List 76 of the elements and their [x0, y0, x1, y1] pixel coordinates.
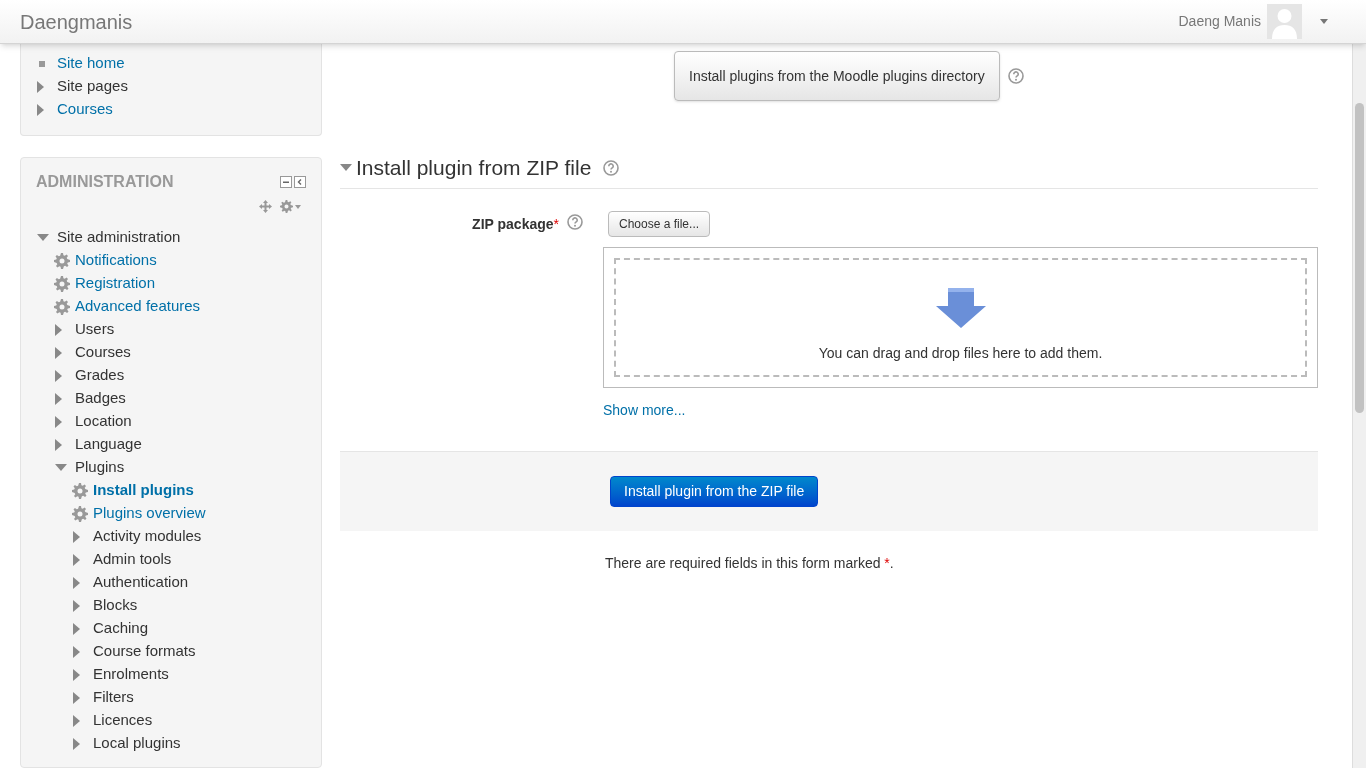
tree-category-label[interactable]: Courses — [75, 341, 131, 364]
collapsed-triangle-icon — [73, 599, 80, 612]
gear-icon — [72, 505, 88, 522]
drop-hint: You can drag and drop files here to add them. — [818, 343, 1103, 363]
gear-icon — [54, 275, 70, 292]
gear-icon — [72, 482, 88, 499]
tree-category-label[interactable]: Admin tools — [93, 548, 172, 571]
install-zip-button[interactable]: Install plugin from the ZIP file — [610, 475, 819, 507]
tree-category-label[interactable]: Caching — [93, 617, 149, 640]
collapsed-triangle-icon — [73, 737, 80, 750]
collapsed-triangle-icon — [73, 691, 80, 704]
tree-category-label[interactable]: Activity modules — [93, 525, 202, 548]
collapsed-triangle-icon — [55, 369, 62, 382]
tree-category-label[interactable]: Site administration — [57, 226, 181, 249]
admin-page-link[interactable]: Plugins overview — [93, 502, 206, 525]
collapsed-triangle-icon — [55, 346, 62, 359]
nav-item[interactable]: Site home — [57, 52, 125, 75]
collapsed-triangle-icon — [73, 622, 80, 635]
gear-icon — [54, 252, 70, 269]
admin-page-link[interactable]: Install plugins — [93, 479, 194, 502]
collapsed-triangle-icon — [73, 645, 80, 658]
tree-category-label[interactable]: Licences — [93, 709, 153, 732]
expanded-triangle-icon — [340, 164, 352, 172]
show-more-link[interactable]: Show more... — [603, 399, 1318, 421]
required-fields-note: There are required fields in this form marked *. — [605, 553, 895, 573]
block-title: ADMINISTRATION — [36, 172, 174, 192]
scrollbar[interactable] — [1352, 44, 1366, 768]
collapsed-triangle-icon — [37, 80, 44, 93]
choose-file-button[interactable]: Choose a file... — [608, 210, 711, 237]
collapsed-triangle-icon — [55, 323, 62, 336]
caret-icon[interactable] — [1320, 19, 1328, 24]
minimize-icon[interactable] — [280, 176, 292, 188]
expanded-triangle-icon — [37, 234, 49, 241]
caret-icon[interactable] — [295, 204, 301, 209]
dock-icon[interactable] — [294, 176, 306, 188]
tree-category-label[interactable]: Language — [75, 433, 142, 456]
tree-category-label[interactable]: Local plugins — [93, 732, 181, 755]
down-arrow-icon — [935, 287, 986, 328]
section-heading[interactable]: Install plugin from ZIP file — [356, 152, 592, 184]
gear-icon — [280, 200, 293, 213]
help-icon[interactable] — [567, 213, 583, 230]
gear-icon — [54, 298, 70, 315]
site-name[interactable]: Daengmanis — [20, 6, 133, 37]
tree-category-label[interactable]: Grades — [75, 364, 125, 387]
tree-category-label[interactable]: Plugins — [75, 456, 125, 479]
help-icon[interactable] — [1007, 68, 1024, 84]
tree-category-label[interactable]: Badges — [75, 387, 126, 410]
nav-item[interactable]: Courses — [57, 98, 113, 121]
help-icon[interactable] — [603, 159, 620, 176]
expanded-triangle-icon — [55, 464, 67, 471]
user-name[interactable]: Daeng Manis — [1178, 11, 1261, 32]
collapsed-triangle-icon — [55, 438, 62, 451]
collapsed-triangle-icon — [73, 714, 80, 727]
admin-page-link[interactable]: Notifications — [75, 249, 157, 272]
plugins-directory-button[interactable]: Install plugins from the Moodle plugins directory — [674, 51, 1000, 101]
bullet-icon — [39, 60, 45, 67]
collapsed-triangle-icon — [73, 668, 80, 681]
file-drop-area[interactable]: You can drag and drop files here to add them. — [603, 246, 1318, 388]
tree-category-label[interactable]: Course formats — [93, 640, 196, 663]
collapsed-triangle-icon — [55, 392, 62, 405]
tree-category-label[interactable]: Enrolments — [93, 663, 169, 686]
tree-category-label[interactable]: Users — [75, 318, 115, 341]
tree-category-label[interactable]: Filters — [93, 686, 134, 709]
tree-category-label[interactable]: Location — [75, 410, 132, 433]
tree-category-label[interactable]: Authentication — [93, 571, 189, 594]
move-icon[interactable] — [259, 200, 272, 213]
collapsed-triangle-icon — [55, 415, 62, 428]
nav-item[interactable]: Site pages — [57, 75, 128, 98]
admin-page-link[interactable]: Registration — [75, 272, 156, 295]
collapsed-triangle-icon — [73, 576, 80, 589]
admin-page-link[interactable]: Advanced features — [75, 295, 201, 318]
field-label: ZIP package* — [472, 214, 559, 234]
collapsed-triangle-icon — [73, 530, 80, 543]
tree-category-label[interactable]: Blocks — [93, 594, 138, 617]
collapsed-triangle-icon — [37, 103, 44, 116]
collapsed-triangle-icon — [73, 553, 80, 566]
